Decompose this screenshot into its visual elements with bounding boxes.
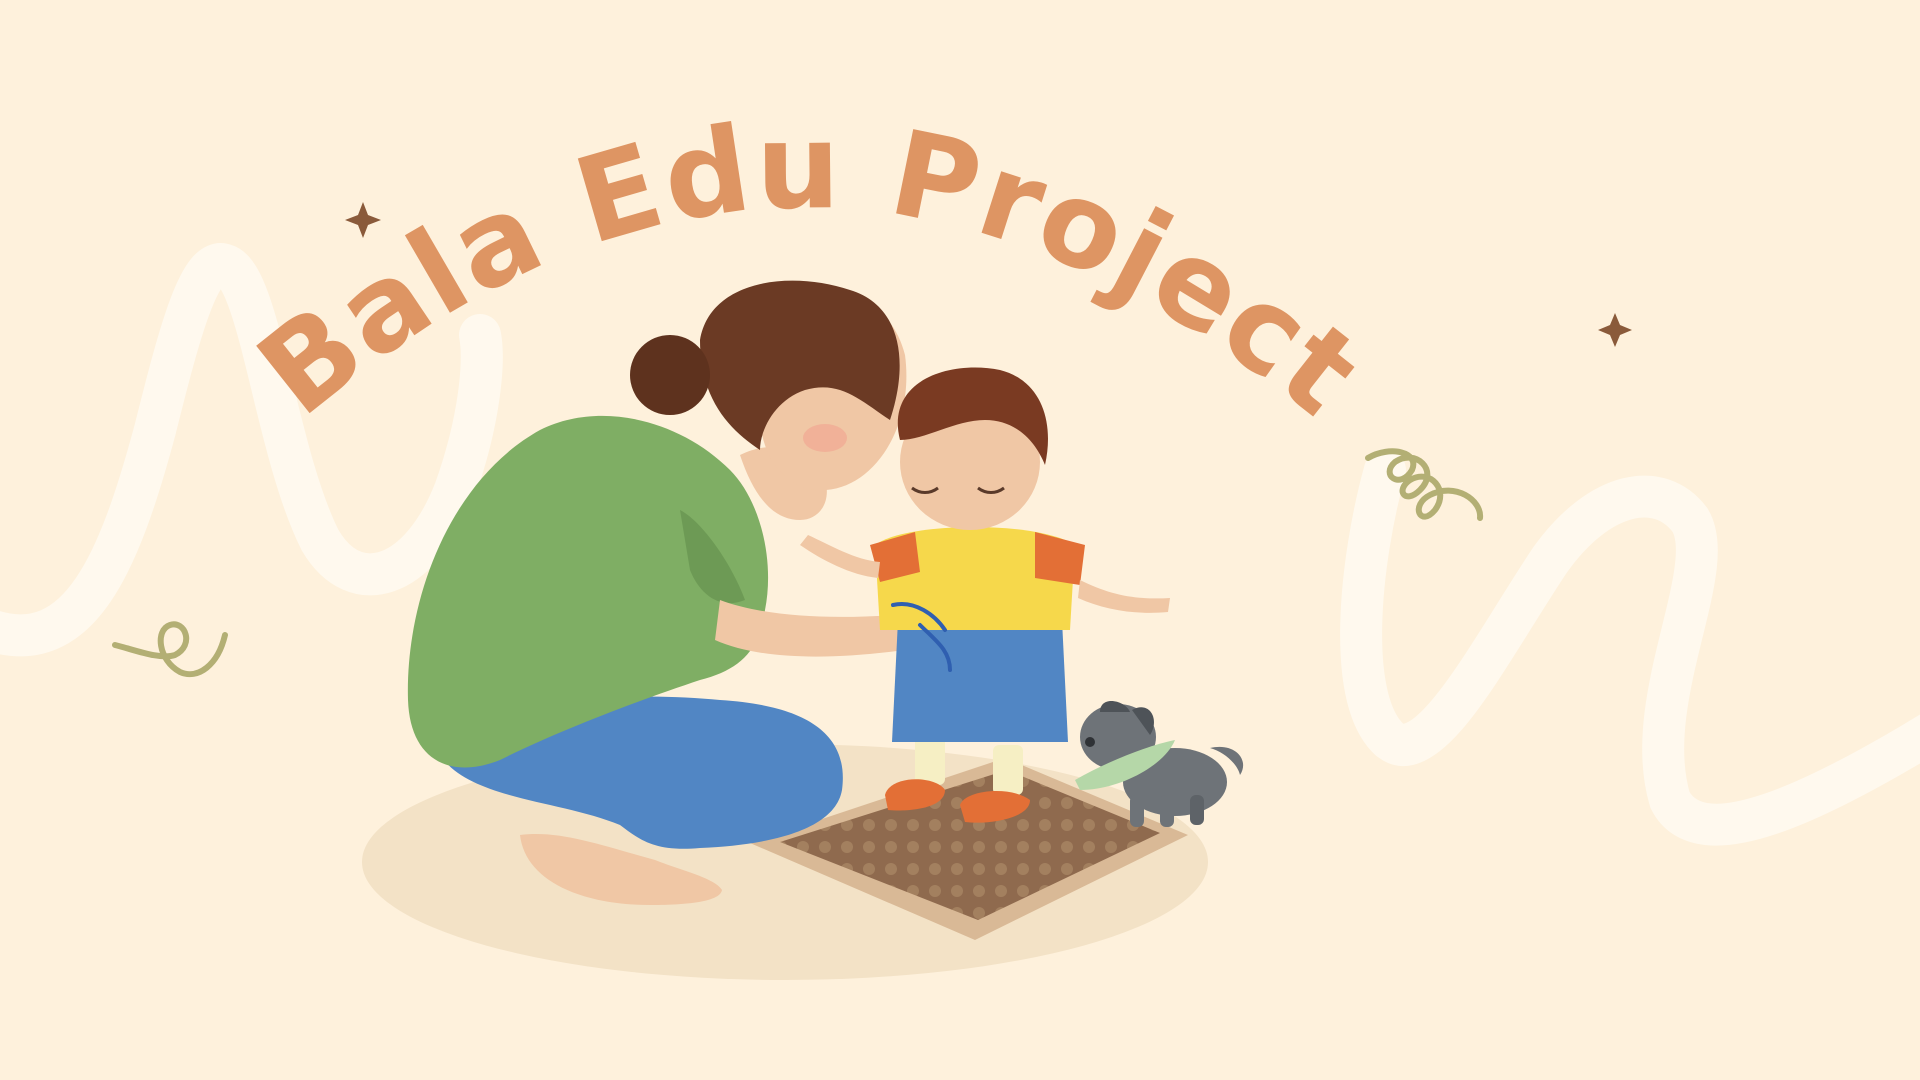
banner-canvas: Bala Edu Project [0,0,1920,1080]
sparkle-icon [1598,313,1632,347]
right-squiggle-decoration [1340,449,1920,846]
banner-illustration: Bala Edu Project [0,97,1920,980]
curl-icon [112,621,228,678]
